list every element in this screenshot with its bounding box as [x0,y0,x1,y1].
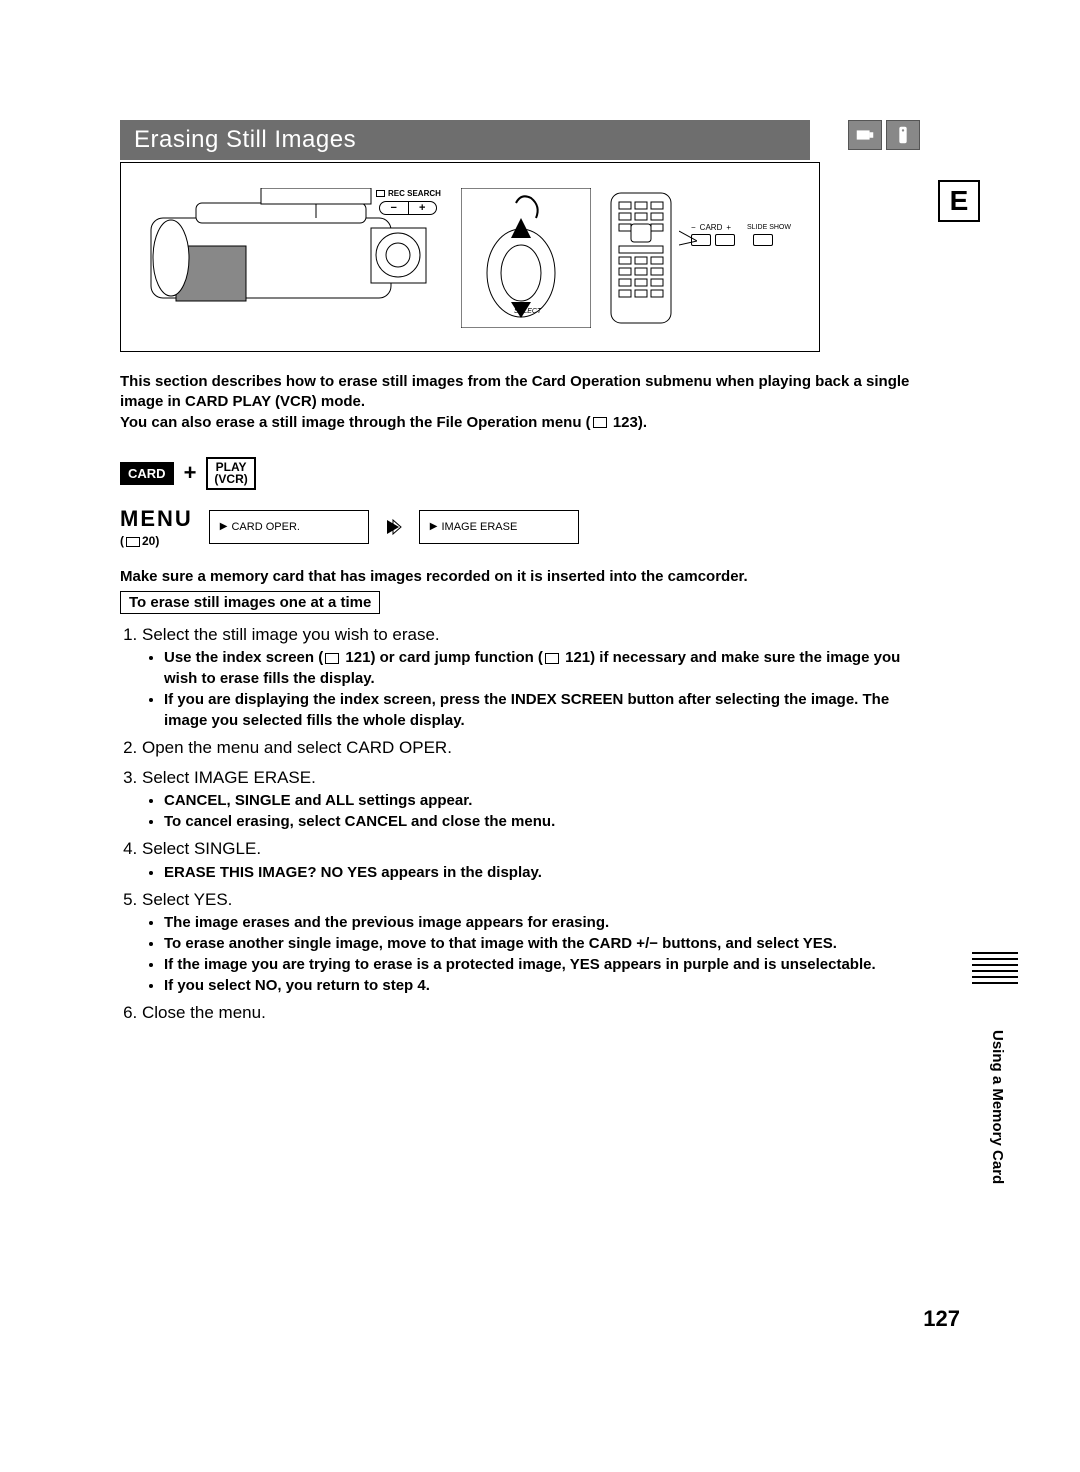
step-1-bullet-1: Use the index screen ( 121) or card jump… [164,647,920,689]
dial-illustration [461,188,591,328]
book-icon [593,417,607,428]
remote-illustration [601,188,681,328]
select-label: SELECT [514,308,541,315]
section-marker-lines [972,952,1018,988]
flow-image-erase: ▶IMAGE ERASE [419,510,579,544]
step-1: Select the still image you wish to erase… [142,622,920,732]
step-6: Close the menu. [142,1000,920,1026]
card-inserted-note: Make sure a memory card that has images … [120,568,920,585]
step-4: Select SINGLE. ERASE THIS IMAGE? NO YES … [142,836,920,883]
step-3: Select IMAGE ERASE. CANCEL, SINGLE and A… [142,765,920,833]
book-icon [126,537,140,547]
mode-icons [848,120,920,150]
step-5-bullet-2: To erase another single image, move to t… [164,933,920,954]
intro-paragraph: This section describes how to erase stil… [120,372,920,433]
rec-search-buttons: − + [379,201,437,215]
page-title: Erasing Still Images [120,120,810,160]
menu-label: MENU [120,506,193,532]
book-icon [325,653,339,664]
step-1-bullet-2: If you are displaying the index screen, … [164,689,920,731]
mode-row: CARD + PLAY(VCR) [120,457,920,490]
book-icon [545,653,559,664]
play-vcr-badge: PLAY(VCR) [206,457,255,490]
camera-icon [848,120,882,150]
step-5: Select YES. The image erases and the pre… [142,887,920,997]
flow-card-oper: ▶CARD OPER. [209,510,369,544]
step-5-bullet-3: If the image you are trying to erase is … [164,954,920,975]
language-indicator: E [938,180,980,222]
page-number: 127 [923,1306,960,1332]
remote-detail: − CARD + SLIDE SHOW [691,223,811,263]
step-3-bullet-2: To cancel erasing, select CANCEL and clo… [164,811,920,832]
steps-list: Select the still image you wish to erase… [120,622,920,1026]
callout-line [679,223,697,253]
step-5-bullet-1: The image erases and the previous image … [164,912,920,933]
step-3-bullet-1: CANCEL, SINGLE and ALL settings appear. [164,790,920,811]
step-5-bullet-4: If you select NO, you return to step 4. [164,975,920,996]
subhead-single-erase: To erase still images one at a time [120,591,380,614]
step-4-bullet-1: ERASE THIS IMAGE? NO YES appears in the … [164,862,920,883]
card-badge: CARD [120,462,174,485]
menu-page-ref: (20) [120,534,193,548]
illustration: REC SEARCH − + SELECT [120,162,820,352]
section-label: Using a Memory Card [989,1030,1006,1184]
remote-icon [886,120,920,150]
rec-search-label: REC SEARCH [376,189,441,198]
step-2: Open the menu and select CARD OPER. [142,735,920,761]
flow-arrow-icon [385,518,403,536]
plus-symbol: + [184,460,197,486]
menu-flow: MENU (20) ▶CARD OPER. ▶IMAGE ERASE [120,506,920,548]
